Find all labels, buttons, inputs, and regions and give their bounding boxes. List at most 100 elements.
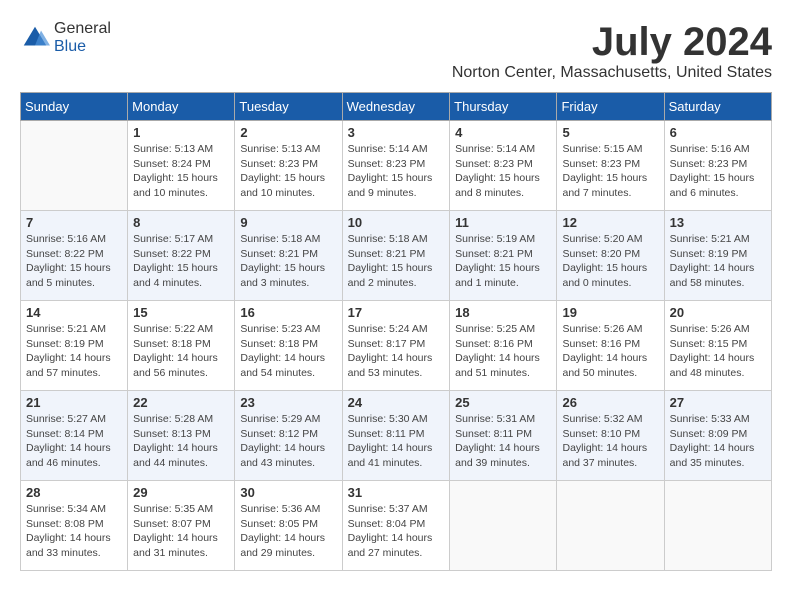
calendar-cell: 17Sunrise: 5:24 AMSunset: 8:17 PMDayligh…: [342, 301, 450, 391]
calendar-cell: 5Sunrise: 5:15 AMSunset: 8:23 PMDaylight…: [557, 121, 664, 211]
day-number: 27: [670, 395, 766, 410]
calendar-cell: 10Sunrise: 5:18 AMSunset: 8:21 PMDayligh…: [342, 211, 450, 301]
day-number: 22: [133, 395, 229, 410]
calendar-cell: 18 Sunrise: 5:25 AMSunset: 8:16 PMDayligh…: [450, 301, 557, 391]
day-info: Sunrise: 5:13 AMSunset: 8:23 PMDaylight:…: [240, 142, 336, 201]
day-info: Sunrise: 5:35 AMSunset: 8:07 PMDaylight:…: [133, 502, 229, 561]
day-info: Sunrise: 5:19 AMSunset: 8:21 PMDaylight:…: [455, 232, 551, 291]
day-number: 2: [240, 125, 336, 140]
calendar-cell: 29 Sunrise: 5:35 AMSunset: 8:07 PMDayligh…: [128, 481, 235, 571]
calendar-table: SundayMondayTuesdayWednesdayThursdayFrid…: [20, 92, 772, 571]
location-title: Norton Center, Massachusetts, United Sta…: [452, 64, 772, 82]
day-info: Sunrise: 5:37 AMSunset: 8:04 PMDaylight:…: [348, 502, 445, 561]
calendar-cell: 31 Sunrise: 5:37 AMSunset: 8:04 PMDayligh…: [342, 481, 450, 571]
calendar-cell: [21, 121, 128, 211]
calendar-cell: 11 Sunrise: 5:19 AMSunset: 8:21 PMDayligh…: [450, 211, 557, 301]
calendar-cell: 20Sunrise: 5:26 AMSunset: 8:15 PMDayligh…: [664, 301, 771, 391]
day-info: Sunrise: 5:20 AMSunset: 8:20 PMDaylight:…: [562, 232, 658, 291]
calendar-cell: [450, 481, 557, 571]
weekday-header-thursday: Thursday: [450, 93, 557, 121]
calendar-cell: 27 Sunrise: 5:33 AMSunset: 8:09 PMDayligh…: [664, 391, 771, 481]
day-info: Sunrise: 5:14 AMSunset: 8:23 PMDaylight:…: [348, 142, 445, 201]
day-info: Sunrise: 5:25 AMSunset: 8:16 PMDaylight:…: [455, 322, 551, 381]
calendar-cell: 9 Sunrise: 5:18 AMSunset: 8:21 PMDaylight…: [235, 211, 342, 301]
day-number: 10: [348, 215, 445, 230]
day-info: Sunrise: 5:24 AMSunset: 8:17 PMDaylight:…: [348, 322, 445, 381]
calendar-cell: 24 Sunrise: 5:30 AMSunset: 8:11 PMDayligh…: [342, 391, 450, 481]
day-info: Sunrise: 5:26 AMSunset: 8:16 PMDaylight:…: [562, 322, 658, 381]
calendar-cell: 14 Sunrise: 5:21 AMSunset: 8:19 PMDayligh…: [21, 301, 128, 391]
calendar-cell: 22 Sunrise: 5:28 AMSunset: 8:13 PMDayligh…: [128, 391, 235, 481]
calendar-cell: 2 Sunrise: 5:13 AMSunset: 8:23 PMDaylight…: [235, 121, 342, 211]
calendar-cell: 15Sunrise: 5:22 AMSunset: 8:18 PMDayligh…: [128, 301, 235, 391]
day-info: Sunrise: 5:34 AMSunset: 8:08 PMDaylight:…: [26, 502, 122, 561]
calendar-cell: 13Sunrise: 5:21 AMSunset: 8:19 PMDayligh…: [664, 211, 771, 301]
calendar-week-row: 1 Sunrise: 5:13 AMSunset: 8:24 PMDaylight…: [21, 121, 772, 211]
day-number: 7: [26, 215, 122, 230]
day-number: 21: [26, 395, 122, 410]
day-info: Sunrise: 5:18 AMSunset: 8:21 PMDaylight:…: [240, 232, 336, 291]
weekday-header-monday: Monday: [128, 93, 235, 121]
day-number: 4: [455, 125, 551, 140]
day-number: 1: [133, 125, 229, 140]
calendar-cell: 4 Sunrise: 5:14 AMSunset: 8:23 PMDaylight…: [450, 121, 557, 211]
day-number: 14: [26, 305, 122, 320]
day-number: 8: [133, 215, 229, 230]
day-number: 12: [562, 215, 658, 230]
calendar-cell: 6 Sunrise: 5:16 AMSunset: 8:23 PMDaylight…: [664, 121, 771, 211]
day-number: 20: [670, 305, 766, 320]
day-info: Sunrise: 5:15 AMSunset: 8:23 PMDaylight:…: [562, 142, 658, 201]
day-number: 11: [455, 215, 551, 230]
day-info: Sunrise: 5:28 AMSunset: 8:13 PMDaylight:…: [133, 412, 229, 471]
calendar-cell: 28 Sunrise: 5:34 AMSunset: 8:08 PMDayligh…: [21, 481, 128, 571]
weekday-header-saturday: Saturday: [664, 93, 771, 121]
calendar-cell: 25Sunrise: 5:31 AMSunset: 8:11 PMDayligh…: [450, 391, 557, 481]
day-info: Sunrise: 5:14 AMSunset: 8:23 PMDaylight:…: [455, 142, 551, 201]
day-number: 29: [133, 485, 229, 500]
day-number: 31: [348, 485, 445, 500]
calendar-week-row: 14 Sunrise: 5:21 AMSunset: 8:19 PMDayligh…: [21, 301, 772, 391]
calendar-cell: 12 Sunrise: 5:20 AMSunset: 8:20 PMDayligh…: [557, 211, 664, 301]
weekday-header-row: SundayMondayTuesdayWednesdayThursdayFrid…: [21, 93, 772, 121]
day-info: Sunrise: 5:36 AMSunset: 8:05 PMDaylight:…: [240, 502, 336, 561]
calendar-week-row: 7 Sunrise: 5:16 AMSunset: 8:22 PMDaylight…: [21, 211, 772, 301]
day-number: 6: [670, 125, 766, 140]
weekday-header-wednesday: Wednesday: [342, 93, 450, 121]
day-info: Sunrise: 5:17 AMSunset: 8:22 PMDaylight:…: [133, 232, 229, 291]
calendar-cell: 26 Sunrise: 5:32 AMSunset: 8:10 PMDayligh…: [557, 391, 664, 481]
weekday-header-tuesday: Tuesday: [235, 93, 342, 121]
day-info: Sunrise: 5:21 AMSunset: 8:19 PMDaylight:…: [670, 232, 766, 291]
title-block: July 2024 Norton Center, Massachusetts, …: [452, 20, 772, 82]
month-title: July 2024: [452, 20, 772, 64]
day-number: 24: [348, 395, 445, 410]
day-number: 28: [26, 485, 122, 500]
day-info: Sunrise: 5:21 AMSunset: 8:19 PMDaylight:…: [26, 322, 122, 381]
page-header: General Blue July 2024 Norton Center, Ma…: [20, 20, 772, 82]
day-info: Sunrise: 5:23 AMSunset: 8:18 PMDaylight:…: [240, 322, 336, 381]
day-info: Sunrise: 5:33 AMSunset: 8:09 PMDaylight:…: [670, 412, 766, 471]
day-number: 9: [240, 215, 336, 230]
calendar-week-row: 28 Sunrise: 5:34 AMSunset: 8:08 PMDayligh…: [21, 481, 772, 571]
calendar-cell: 21 Sunrise: 5:27 AMSunset: 8:14 PMDayligh…: [21, 391, 128, 481]
day-number: 25: [455, 395, 551, 410]
calendar-cell: [664, 481, 771, 571]
day-info: Sunrise: 5:16 AMSunset: 8:22 PMDaylight:…: [26, 232, 122, 291]
day-info: Sunrise: 5:30 AMSunset: 8:11 PMDaylight:…: [348, 412, 445, 471]
day-number: 26: [562, 395, 658, 410]
day-info: Sunrise: 5:32 AMSunset: 8:10 PMDaylight:…: [562, 412, 658, 471]
day-info: Sunrise: 5:16 AMSunset: 8:23 PMDaylight:…: [670, 142, 766, 201]
logo: General Blue: [20, 20, 111, 56]
weekday-header-sunday: Sunday: [21, 93, 128, 121]
calendar-cell: 1 Sunrise: 5:13 AMSunset: 8:24 PMDaylight…: [128, 121, 235, 211]
day-info: Sunrise: 5:27 AMSunset: 8:14 PMDaylight:…: [26, 412, 122, 471]
day-info: Sunrise: 5:13 AMSunset: 8:24 PMDaylight:…: [133, 142, 229, 201]
day-info: Sunrise: 5:29 AMSunset: 8:12 PMDaylight:…: [240, 412, 336, 471]
calendar-cell: 23Sunrise: 5:29 AMSunset: 8:12 PMDayligh…: [235, 391, 342, 481]
calendar-cell: 16Sunrise: 5:23 AMSunset: 8:18 PMDayligh…: [235, 301, 342, 391]
day-number: 15: [133, 305, 229, 320]
day-number: 3: [348, 125, 445, 140]
logo-general-text: General: [54, 20, 111, 37]
day-number: 18: [455, 305, 551, 320]
calendar-cell: 8 Sunrise: 5:17 AMSunset: 8:22 PMDaylight…: [128, 211, 235, 301]
calendar-week-row: 21 Sunrise: 5:27 AMSunset: 8:14 PMDayligh…: [21, 391, 772, 481]
